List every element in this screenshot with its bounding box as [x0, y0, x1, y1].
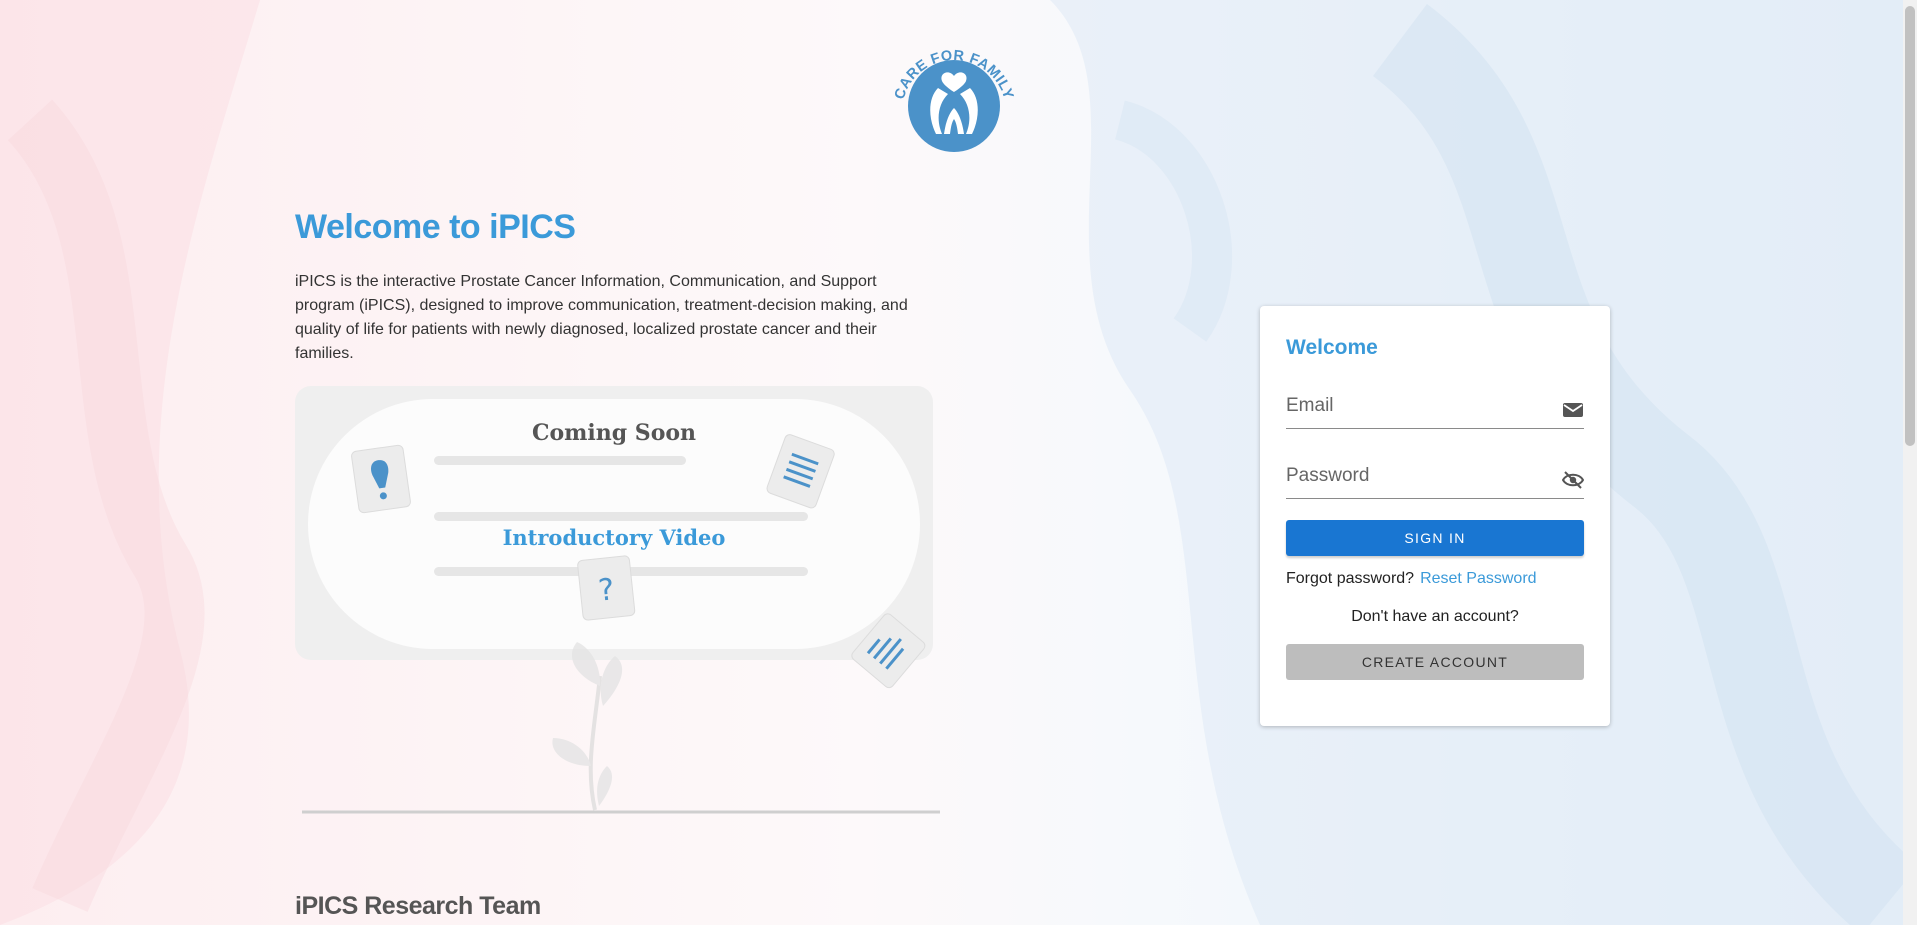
plant-decoration	[552, 642, 623, 811]
create-account-button[interactable]: CREATE ACCOUNT	[1286, 644, 1584, 680]
password-field[interactable]	[1286, 460, 1584, 499]
chart-note-icon	[851, 613, 926, 689]
care-for-family-logo: CARE FOR FAMILY	[892, 48, 1016, 152]
question-note-icon: ?	[577, 555, 636, 621]
password-input[interactable]	[1286, 460, 1546, 492]
page-title: Welcome to iPICS	[295, 208, 576, 246]
exclamation-note-icon	[351, 444, 411, 514]
document-note-icon	[766, 434, 835, 509]
research-team-heading: iPICS Research Team	[295, 892, 541, 920]
scrollbar-thumb[interactable]	[1905, 6, 1915, 446]
sign-in-button[interactable]: SIGN IN	[1286, 520, 1584, 556]
no-account-text: Don't have an account?	[1351, 608, 1519, 625]
email-input[interactable]	[1286, 390, 1546, 422]
page-scrollbar[interactable]	[1903, 0, 1917, 925]
intro-paragraph: iPICS is the interactive Prostate Cancer…	[295, 273, 908, 362]
video-placeholder-illustration: ?	[302, 434, 940, 814]
login-card: Welcome SIGN IN Forgot password? Reset Pa…	[1260, 306, 1610, 726]
reset-password-link[interactable]: Reset Password	[1420, 570, 1537, 587]
forgot-password-text: Forgot password?	[1286, 570, 1415, 587]
login-heading: Welcome	[1286, 336, 1378, 359]
forgot-password-row: Forgot password? Reset Password	[1286, 570, 1537, 588]
mail-icon	[1563, 403, 1583, 417]
visibility-off-icon[interactable]	[1562, 470, 1584, 490]
email-field[interactable]	[1286, 390, 1584, 429]
